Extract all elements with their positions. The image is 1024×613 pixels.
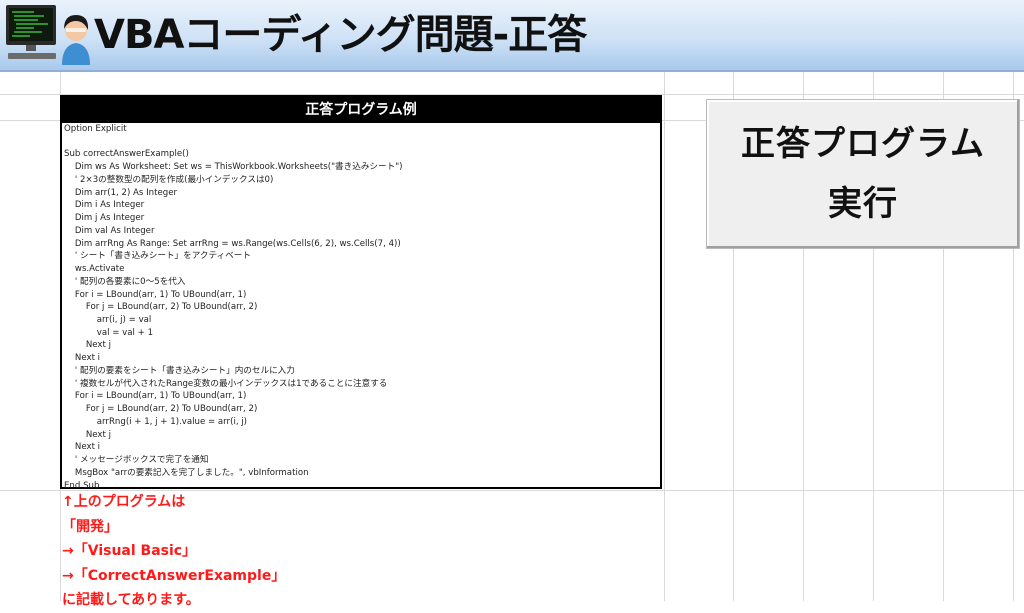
code-panel: 正答プログラム例 Option Explicit Sub correctAnsw… [60,95,662,492]
code-line: Dim val As Integer [64,225,155,236]
header-banner: VBAコーディング問題-正答 [0,0,1024,72]
code-line: Dim ws As Worksheet: Set ws = ThisWorkbo… [64,162,403,173]
code-line: For i = LBound(arr, 1) To UBound(arr, 1) [64,289,247,300]
run-correct-answer-button[interactable]: 正答プログラム 実行 [706,99,1020,249]
code-line: val = val + 1 [64,327,154,338]
code-line: For j = LBound(arr, 2) To UBound(arr, 2) [64,302,258,313]
code-line: arrRng(i + 1, j + 1).value = arr(i, j) [64,416,248,427]
code-line: For i = LBound(arr, 1) To UBound(arr, 1) [64,391,247,402]
programmer-at-computer-icon [6,5,90,65]
run-button-label-line1: 正答プログラム [741,124,985,164]
code-line: ws.Activate [64,264,125,275]
code-block: Option Explicit Sub correctAnswerExample… [62,123,660,492]
code-line: For j = LBound(arr, 2) To UBound(arr, 2) [64,404,258,415]
note-line: ↑上のプログラムは [62,494,186,510]
code-line: ' メッセージボックスで完了を通知 [64,455,209,466]
code-line: ' 2×3の整数型の配列を作成(最小インデックスは0) [64,174,274,185]
code-panel-title: 正答プログラム例 [62,97,660,123]
note-line: に記載してあります。 [62,592,200,608]
code-line: Sub correctAnswerExample() [64,149,189,160]
note-line: →「CorrectAnswerExample」 [62,567,286,584]
note-line: →「Visual Basic」 [62,543,197,559]
code-line: ' 複数セルが代入されたRange変数の最小インデックスは1であることに注意する [64,378,388,389]
code-line: Dim i As Integer [64,200,145,211]
code-line: ' 配列の各要素に0～5を代入 [64,276,186,287]
code-line: Next j [64,429,111,440]
code-line: Dim arrRng As Range: Set arrRng = ws.Ran… [64,238,401,249]
location-notes: ↑上のプログラムは 「開発」 →「Visual Basic」 →「Correct… [62,490,285,613]
code-line: Next i [64,353,101,364]
code-line: ' 配列の要素をシート「書き込みシート」内のセルに入力 [64,365,295,376]
code-line: Dim arr(1, 2) As Integer [64,187,178,198]
run-button-label-line2: 実行 [828,184,898,224]
page-title: VBAコーディング問題-正答 [94,12,587,58]
code-line: Next j [64,340,111,351]
code-line: ' シート「書き込みシート」をアクティベート [64,251,251,262]
code-line: Next i [64,442,101,453]
code-line: arr(i, j) = val [64,315,152,326]
code-line: Dim j As Integer [64,213,145,224]
code-line: MsgBox "arrの要素記入を完了しました。", vbInformation [64,467,309,478]
code-line: Option Explicit [64,124,127,134]
note-line: 「開発」 [62,518,118,535]
